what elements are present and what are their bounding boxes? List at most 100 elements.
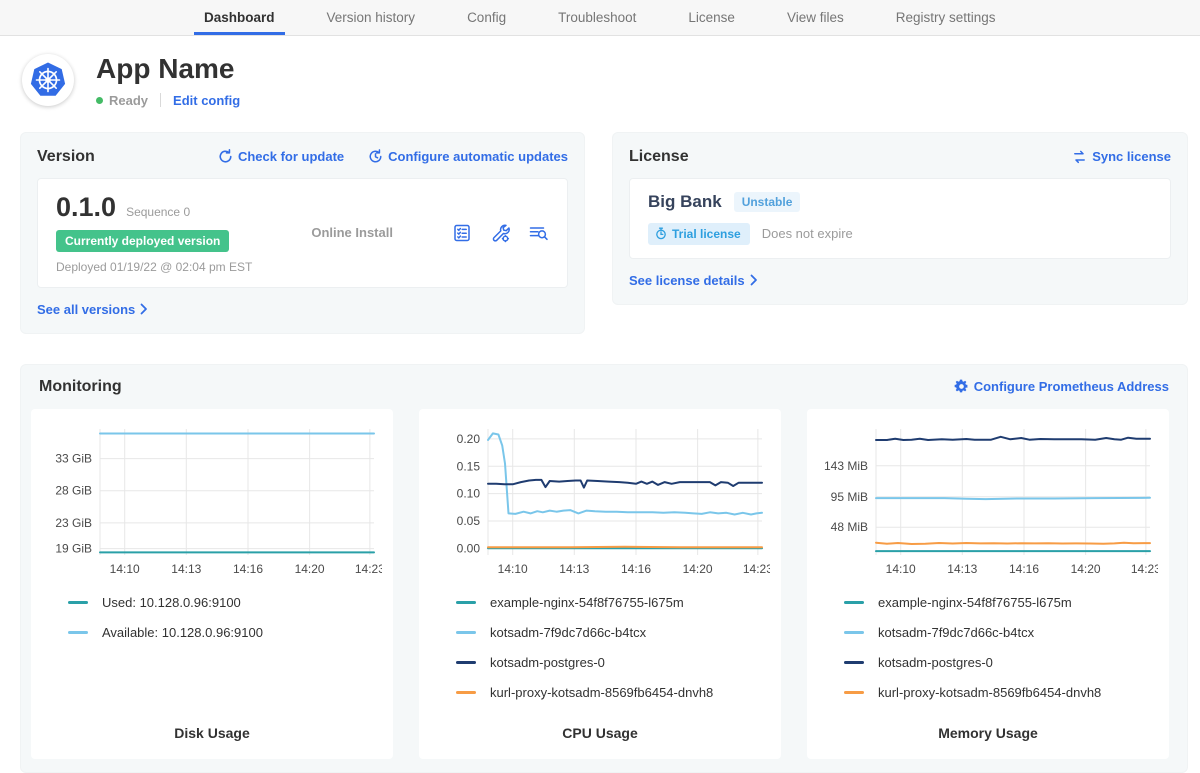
configure-prometheus-link[interactable]: Configure Prometheus Address: [954, 379, 1169, 394]
chart-plot: 14:1014:1314:1614:2014:2319 GiB23 GiB28 …: [40, 419, 382, 583]
legend-swatch: [68, 631, 88, 634]
legend-item: Used: 10.128.0.96:9100: [68, 595, 384, 610]
legend-label: kurl-proxy-kotsadm-8569fb6454-dnvh8: [878, 685, 1101, 700]
svg-text:19 GiB: 19 GiB: [55, 541, 92, 555]
svg-text:14:16: 14:16: [1009, 562, 1039, 576]
legend-swatch: [844, 631, 864, 634]
chart-legend: example-nginx-54f8f76755-l675m kotsadm-7f…: [844, 595, 1160, 715]
tab-view-files[interactable]: View files: [777, 0, 854, 35]
status-dot-icon: [96, 97, 103, 104]
svg-text:14:23: 14:23: [1131, 562, 1158, 576]
svg-text:14:10: 14:10: [886, 562, 916, 576]
edit-config-values-icon[interactable]: [490, 223, 510, 243]
current-version-card: 0.1.0 Sequence 0 Currently deployed vers…: [37, 178, 568, 288]
legend-swatch: [456, 631, 476, 634]
clock-refresh-icon: [368, 149, 383, 164]
legend-label: Used: 10.128.0.96:9100: [102, 595, 241, 610]
chart-title: CPU Usage: [428, 715, 772, 747]
install-type-label: Online Install: [311, 225, 393, 240]
legend-swatch: [456, 691, 476, 694]
svg-text:0.00: 0.00: [457, 541, 481, 555]
legend-label: kotsadm-postgres-0: [490, 655, 605, 670]
version-panel: Version Check for update Configure autom…: [20, 132, 585, 334]
see-license-details-link[interactable]: See license details: [629, 273, 758, 288]
license-card: Big Bank Unstable Trial license Does not…: [629, 178, 1171, 259]
edit-config-link[interactable]: Edit config: [173, 93, 240, 108]
see-all-versions-link[interactable]: See all versions: [37, 302, 148, 317]
legend-item: kotsadm-postgres-0: [456, 655, 772, 670]
chart-title: Memory Usage: [816, 715, 1160, 747]
chevron-right-icon: [140, 303, 148, 315]
legend-swatch: [456, 601, 476, 604]
svg-text:143 MiB: 143 MiB: [824, 459, 868, 473]
svg-text:14:23: 14:23: [743, 562, 770, 576]
svg-text:14:10: 14:10: [110, 562, 140, 576]
divider: [160, 93, 161, 107]
legend-item: kotsadm-7f9dc7d66c-b4tcx: [456, 625, 772, 640]
svg-text:0.15: 0.15: [457, 459, 481, 473]
tab-version-history[interactable]: Version history: [317, 0, 426, 35]
customer-name: Big Bank: [648, 192, 722, 212]
svg-text:33 GiB: 33 GiB: [55, 451, 92, 465]
tab-dashboard[interactable]: Dashboard: [194, 0, 285, 35]
svg-text:95 MiB: 95 MiB: [831, 490, 868, 504]
svg-text:14:20: 14:20: [295, 562, 325, 576]
legend-label: Available: 10.128.0.96:9100: [102, 625, 263, 640]
legend-label: example-nginx-54f8f76755-l675m: [490, 595, 684, 610]
svg-text:0.10: 0.10: [457, 486, 481, 500]
svg-text:48 MiB: 48 MiB: [831, 520, 868, 534]
refresh-icon: [218, 149, 233, 164]
legend-swatch: [844, 661, 864, 664]
chart-title: Disk Usage: [40, 715, 384, 747]
app-header: App Name Ready Edit config: [0, 36, 1200, 132]
tab-config[interactable]: Config: [457, 0, 516, 35]
preflight-checks-icon[interactable]: [452, 223, 472, 243]
kubernetes-logo-icon: [22, 54, 74, 106]
gear-icon: [954, 379, 969, 394]
legend-swatch: [844, 601, 864, 604]
sync-license-link[interactable]: Sync license: [1072, 149, 1171, 164]
legend-item: kurl-proxy-kotsadm-8569fb6454-dnvh8: [844, 685, 1160, 700]
tab-registry-settings[interactable]: Registry settings: [886, 0, 1006, 35]
stopwatch-icon: [655, 227, 667, 240]
deploy-logs-icon[interactable]: [528, 223, 549, 243]
tab-troubleshoot[interactable]: Troubleshoot: [548, 0, 646, 35]
chart-legend: example-nginx-54f8f76755-l675m kotsadm-7f…: [456, 595, 772, 715]
charts-row: 14:1014:1314:1614:2014:2319 GiB23 GiB28 …: [31, 409, 1177, 759]
legend-swatch: [844, 691, 864, 694]
check-for-update-link[interactable]: Check for update: [218, 149, 344, 164]
app-status: Ready: [109, 93, 148, 108]
svg-text:14:16: 14:16: [233, 562, 263, 576]
legend-label: kotsadm-postgres-0: [878, 655, 993, 670]
legend-item: example-nginx-54f8f76755-l675m: [844, 595, 1160, 610]
svg-text:14:20: 14:20: [1071, 562, 1101, 576]
chart-plot: 14:1014:1314:1614:2014:2348 MiB95 MiB143…: [816, 419, 1158, 583]
legend-label: kurl-proxy-kotsadm-8569fb6454-dnvh8: [490, 685, 713, 700]
chart-plot: 14:1014:1314:1614:2014:230.000.050.100.1…: [428, 419, 770, 583]
configure-auto-updates-link[interactable]: Configure automatic updates: [368, 149, 568, 164]
legend-swatch: [68, 601, 88, 604]
svg-text:14:13: 14:13: [171, 562, 201, 576]
legend-label: kotsadm-7f9dc7d66c-b4tcx: [490, 625, 646, 640]
version-panel-title: Version: [37, 148, 95, 166]
sync-icon: [1072, 150, 1087, 164]
svg-text:0.05: 0.05: [457, 514, 481, 528]
tab-license[interactable]: License: [678, 0, 745, 35]
svg-text:14:23: 14:23: [355, 562, 382, 576]
svg-text:14:16: 14:16: [621, 562, 651, 576]
svg-text:14:10: 14:10: [498, 562, 528, 576]
svg-text:0.20: 0.20: [457, 432, 481, 446]
legend-label: example-nginx-54f8f76755-l675m: [878, 595, 1072, 610]
deployed-badge: Currently deployed version: [56, 230, 229, 252]
license-panel-title: License: [629, 148, 689, 166]
monitoring-title: Monitoring: [39, 378, 122, 396]
app-title: App Name: [96, 54, 240, 85]
legend-label: kotsadm-7f9dc7d66c-b4tcx: [878, 625, 1034, 640]
legend-item: kotsadm-7f9dc7d66c-b4tcx: [844, 625, 1160, 640]
monitoring-panel: Monitoring Configure Prometheus Address …: [20, 364, 1188, 773]
chevron-right-icon: [750, 274, 758, 286]
legend-swatch: [456, 661, 476, 664]
legend-item: example-nginx-54f8f76755-l675m: [456, 595, 772, 610]
expiry-label: Does not expire: [762, 226, 853, 241]
license-panel: License Sync license Big Bank Unstable: [612, 132, 1188, 305]
